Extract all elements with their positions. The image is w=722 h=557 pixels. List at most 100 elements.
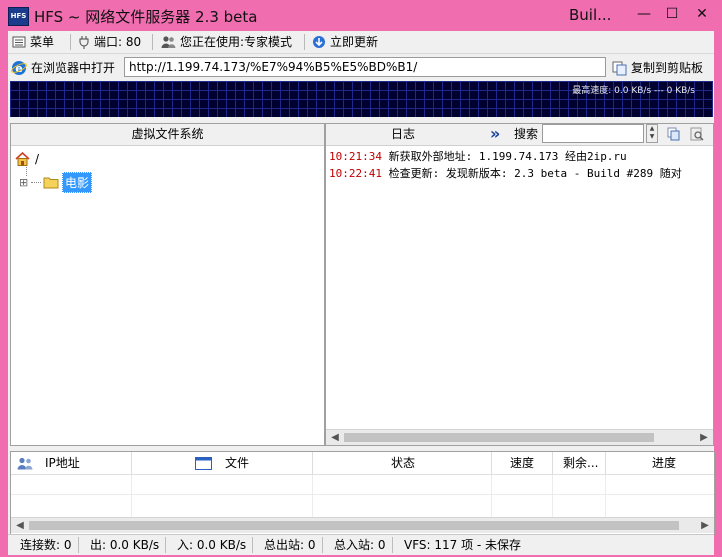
find-icon[interactable] <box>690 127 704 141</box>
url-bar: e 在浏览器中打开 复制到剪贴板 <box>8 55 714 81</box>
update-label: 立即更新 <box>330 35 379 49</box>
vfs-header: 虚拟文件系统 <box>11 124 324 146</box>
column-ip-label: IP地址 <box>45 456 80 470</box>
copy-to-clipboard-button[interactable]: 复制到剪贴板 <box>612 59 703 77</box>
log-panel: 日志 » 搜索 ▲ ▼ 10:21:34 新获取外部地址: 1.199.74.1… <box>325 123 714 446</box>
column-file[interactable]: 文件 <box>132 452 313 474</box>
row-divider <box>11 494 714 495</box>
window-title-right: Buil... <box>569 6 612 24</box>
menu-label: 菜单 <box>30 35 55 49</box>
column-divider <box>312 475 313 517</box>
update-button[interactable]: 立即更新 <box>312 33 378 51</box>
folder-icon <box>43 176 59 189</box>
mode-button[interactable]: 您正在使用:专家模式 <box>161 33 292 51</box>
home-icon <box>15 152 30 166</box>
column-remaining[interactable]: 剩余... <box>553 452 606 474</box>
copy-log-icon[interactable] <box>667 127 681 141</box>
log-text: 新获取外部地址: 1.199.74.173 经由2ip.ru <box>381 150 627 163</box>
title-bar: HFS HFS ~ 网络文件服务器 2.3 beta Buil... — ☐ ✕ <box>0 0 722 31</box>
tree-connector <box>31 182 41 183</box>
column-divider <box>605 475 606 517</box>
scroll-left-icon[interactable]: ◀ <box>13 518 27 533</box>
minimize-button[interactable]: — <box>630 0 658 31</box>
main-window: 菜单 端口: 80 您正在使用:专家模式 立即更新 e 在浏览器中打开 http… <box>8 31 715 555</box>
scroll-thumb[interactable] <box>344 433 654 442</box>
menu-button[interactable]: 菜单 <box>12 33 54 51</box>
log-horizontal-scrollbar[interactable]: ◀ ▶ <box>326 429 713 445</box>
status-vfs-info[interactable]: VFS: 117 项 - 未保存 <box>400 537 527 553</box>
status-total-out: 总出站: 0 <box>260 537 323 553</box>
column-divider <box>491 475 492 517</box>
scroll-left-icon[interactable]: ◀ <box>328 430 342 445</box>
spin-up-icon[interactable]: ▲ <box>647 125 657 133</box>
vfs-folder-item[interactable]: ⊞ 电影 <box>19 172 93 193</box>
open-in-browser-button[interactable]: e 在浏览器中打开 <box>11 59 115 77</box>
connections-horizontal-scrollbar[interactable]: ◀ ▶ <box>11 517 714 533</box>
app-icon: HFS <box>8 7 29 26</box>
toolbar-divider <box>70 34 71 50</box>
open-in-browser-label: 在浏览器中打开 <box>31 61 116 75</box>
toolbar-divider <box>152 34 153 50</box>
update-icon <box>312 35 326 49</box>
column-status[interactable]: 状态 <box>313 452 492 474</box>
users-icon <box>17 457 34 470</box>
window-title: HFS ~ 网络文件服务器 2.3 beta <box>34 8 258 26</box>
close-button[interactable]: ✕ <box>688 0 716 31</box>
column-divider <box>131 475 132 517</box>
expand-icon[interactable]: ⊞ <box>19 176 31 189</box>
scroll-right-icon[interactable]: ▶ <box>698 518 712 533</box>
status-total-in: 总入站: 0 <box>330 537 393 553</box>
search-label: 搜索 <box>514 127 539 141</box>
column-speed[interactable]: 速度 <box>492 452 553 474</box>
port-label: 端口: 80 <box>94 35 142 49</box>
vfs-root-label: / <box>35 152 40 166</box>
search-spinner[interactable]: ▲ ▼ <box>646 124 658 143</box>
copy-icon <box>612 61 627 76</box>
log-header: 日志 <box>391 127 416 141</box>
connections-header: IP地址 文件 状态 速度 剩余... 进度 <box>11 452 714 475</box>
log-text: 检查更新: 发现新版本: 2.3 beta - Build #289 随对 <box>381 167 682 180</box>
plug-icon <box>78 35 90 49</box>
log-time: 10:22:41 <box>329 167 382 180</box>
column-divider <box>552 475 553 517</box>
status-connections: 连接数: 0 <box>16 537 79 553</box>
connections-table: IP地址 文件 状态 速度 剩余... 进度 ◀ ▶ <box>10 451 715 535</box>
column-ip[interactable]: IP地址 <box>11 452 132 474</box>
spin-down-icon[interactable]: ▼ <box>647 133 657 141</box>
toolbar: 菜单 端口: 80 您正在使用:专家模式 立即更新 <box>8 31 714 54</box>
mode-label: 您正在使用:专家模式 <box>180 35 293 49</box>
log-lines: 10:21:34 新获取外部地址: 1.199.74.173 经由2ip.ru … <box>326 148 713 182</box>
log-line: 10:22:41 检查更新: 发现新版本: 2.3 beta - Build #… <box>326 165 713 182</box>
expand-log-icon[interactable]: » <box>490 123 500 144</box>
log-search-input[interactable] <box>542 124 644 143</box>
column-remaining-label: 剩余... <box>563 456 599 470</box>
column-progress-label: 进度 <box>652 456 677 470</box>
vfs-tree: / ⊞ 电影 <box>11 146 324 444</box>
graph-speed-text: 最高速度: 0.0 KB/s --- 0 KB/s <box>572 86 695 96</box>
column-progress[interactable]: 进度 <box>606 452 714 474</box>
scroll-thumb[interactable] <box>29 521 679 530</box>
log-header-bar: 日志 » 搜索 ▲ ▼ <box>326 124 713 146</box>
toolbar-divider <box>304 34 305 50</box>
vfs-folder-label: 电影 <box>62 172 93 193</box>
column-file-label: 文件 <box>225 456 250 470</box>
column-status-label: 状态 <box>391 456 416 470</box>
copy-label: 复制到剪贴板 <box>631 61 704 75</box>
column-speed-label: 速度 <box>510 456 535 470</box>
scroll-right-icon[interactable]: ▶ <box>697 430 711 445</box>
vfs-root-item[interactable]: / <box>15 152 39 166</box>
status-out-speed: 出: 0.0 KB/s <box>86 537 167 553</box>
bandwidth-graph: 最高速度: 0.0 KB/s --- 0 KB/s <box>10 81 713 117</box>
status-bar: 连接数: 0 出: 0.0 KB/s 入: 0.0 KB/s 总出站: 0 总入… <box>8 534 714 555</box>
status-in-speed: 入: 0.0 KB/s <box>173 537 254 553</box>
url-field[interactable] <box>124 57 606 77</box>
log-time: 10:21:34 <box>329 150 382 163</box>
users-icon <box>161 35 176 49</box>
vfs-panel: 虚拟文件系统 / ⊞ 电影 <box>10 123 325 446</box>
browser-icon: e <box>11 60 27 76</box>
menu-icon <box>12 35 26 49</box>
log-line: 10:21:34 新获取外部地址: 1.199.74.173 经由2ip.ru <box>326 148 713 165</box>
file-icon <box>195 457 212 470</box>
maximize-button[interactable]: ☐ <box>658 0 686 31</box>
port-button[interactable]: 端口: 80 <box>78 33 141 51</box>
